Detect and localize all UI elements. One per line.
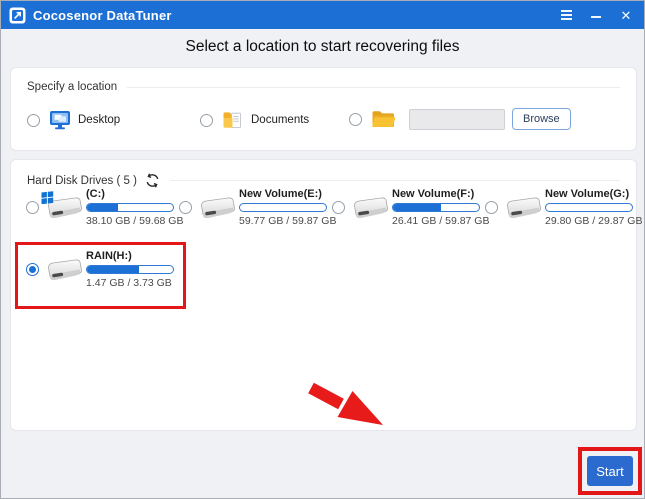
desktop-label: Desktop: [78, 114, 121, 126]
drive-name: (C:): [86, 188, 105, 200]
drive-f-radio[interactable]: [332, 201, 345, 214]
drive-name: New Volume(F:): [392, 188, 475, 200]
option-desktop[interactable]: Desktop: [27, 110, 120, 130]
drive-name: RAIN(H:): [86, 250, 132, 262]
folder-icon: [371, 109, 395, 129]
hard-drive-icon: [195, 194, 235, 222]
app-logo-icon: [9, 7, 26, 23]
minimize-icon[interactable]: [586, 5, 606, 25]
option-documents[interactable]: Documents: [200, 110, 309, 130]
drive-tile-g[interactable]: New Volume(G:) 29.80 GB / 29.87 GB: [485, 188, 642, 227]
hard-drive-icon: [42, 256, 82, 284]
drive-e-radio[interactable]: [179, 201, 192, 214]
divider: [127, 86, 620, 88]
windows-logo-icon: [41, 190, 54, 204]
documents-icon: [222, 110, 244, 130]
window-title: Cocosenor DataTuner: [33, 7, 172, 23]
custom-folder-radio[interactable]: [349, 112, 362, 126]
hard-disk-drives-label: Hard Disk Drives ( 5 ): [27, 174, 137, 187]
specify-location-card: Specify a location Desktop Documents Bro…: [10, 67, 637, 151]
drive-name: New Volume(G:): [545, 188, 630, 200]
drive-h-radio[interactable]: [26, 263, 39, 276]
menu-icon[interactable]: [556, 5, 576, 25]
drive-c-radio[interactable]: [26, 201, 39, 214]
close-icon[interactable]: ✕: [616, 5, 636, 25]
hard-drive-icon: [348, 194, 388, 222]
drive-g-radio[interactable]: [485, 201, 498, 214]
refresh-icon[interactable]: [145, 173, 160, 188]
drive-name: New Volume(E:): [239, 188, 322, 200]
drive-size: 59.77 GB / 59.87 GB: [239, 215, 337, 227]
divider: [169, 180, 620, 181]
specify-location-label: Specify a location: [27, 81, 118, 93]
drive-tile-h-selected[interactable]: RAIN(H:) 1.47 GB / 3.73 GB: [26, 250, 179, 289]
drive-usage-bar: [392, 203, 480, 212]
drive-size: 29.80 GB / 29.87 GB: [545, 215, 643, 227]
hard-drive-icon: [41, 190, 82, 222]
folder-path-input[interactable]: [409, 108, 505, 130]
hard-drive-icon: [501, 194, 541, 222]
drive-size: 1.47 GB / 3.73 GB: [86, 277, 172, 289]
documents-label: Documents: [251, 114, 310, 126]
desktop-icon: [49, 110, 71, 130]
browse-button[interactable]: Browse: [512, 108, 571, 130]
drive-usage-bar: [86, 203, 174, 212]
desktop-radio[interactable]: [27, 113, 40, 127]
drive-usage-bar: [86, 265, 174, 274]
drive-tile-e[interactable]: New Volume(E:) 59.77 GB / 59.87 GB: [179, 188, 336, 227]
drive-usage-bar: [545, 203, 633, 212]
page-title: Select a location to start recovering fi…: [185, 38, 460, 55]
title-bar: Cocosenor DataTuner ✕: [1, 1, 644, 29]
drive-usage-bar: [239, 203, 327, 212]
option-custom-folder[interactable]: Browse: [349, 108, 571, 130]
start-button[interactable]: Start: [587, 456, 633, 486]
hard-disk-drives-card: Hard Disk Drives ( 5 ) (C:) 38.10 GB / 5…: [10, 159, 642, 431]
documents-radio[interactable]: [200, 113, 213, 127]
drive-tile-f[interactable]: New Volume(F:) 26.41 GB / 59.87 GB: [332, 188, 489, 227]
drive-size: 38.10 GB / 59.68 GB: [86, 215, 184, 227]
drive-size: 26.41 GB / 59.87 GB: [392, 215, 490, 227]
drive-tile-c[interactable]: (C:) 38.10 GB / 59.68 GB: [26, 188, 183, 227]
